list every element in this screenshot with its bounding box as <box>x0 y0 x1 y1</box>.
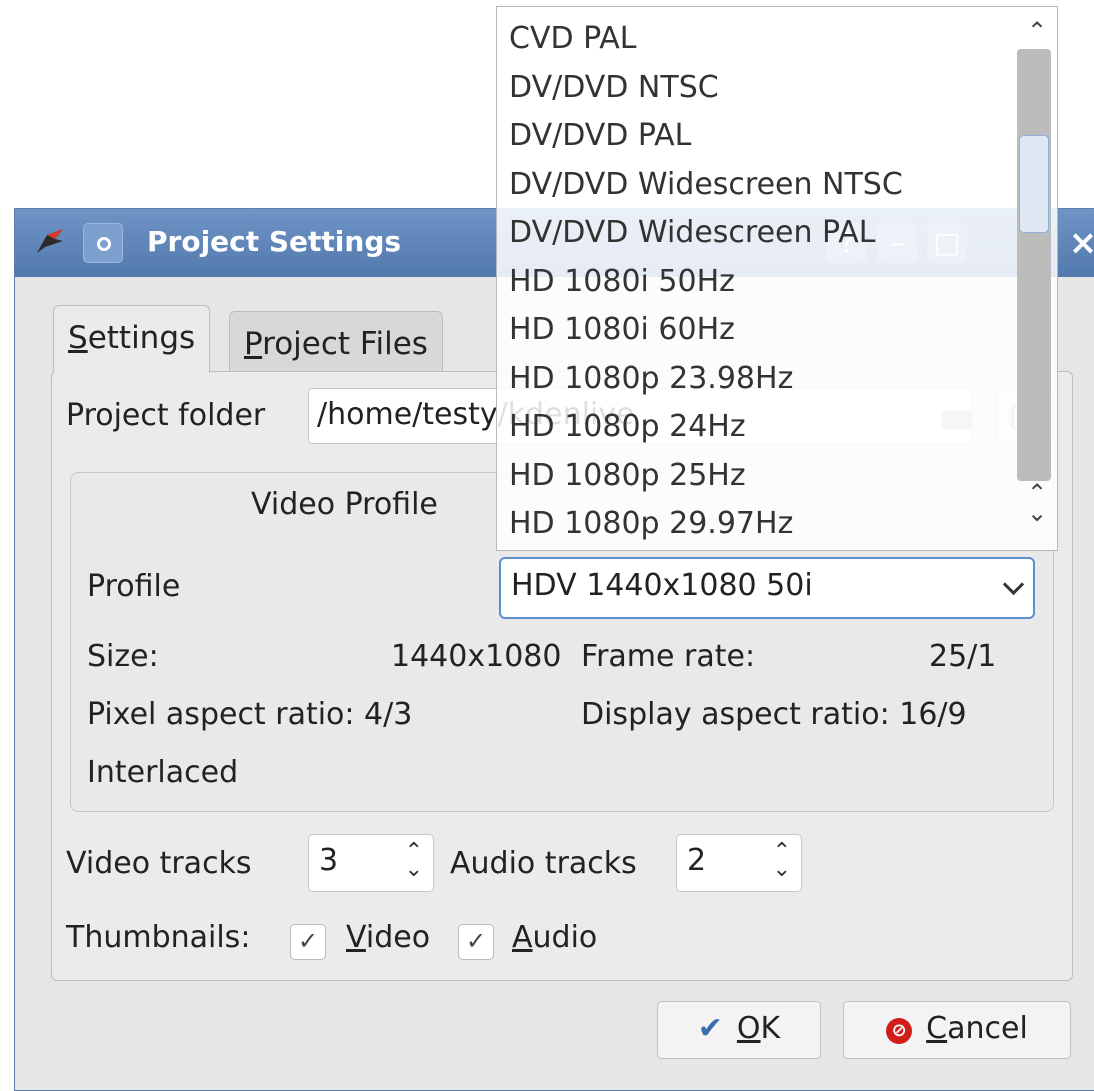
video-profile-title: Video Profile <box>251 487 438 522</box>
scroll-arrows-icon[interactable]: ⌃ ⌄ <box>1021 481 1053 525</box>
tab-settings-mnemonic: S <box>68 320 88 356</box>
profile-option[interactable]: DV/DVD Widescreen PAL <box>509 209 903 258</box>
profile-option[interactable]: DV/DVD NTSC <box>509 64 903 113</box>
audio-tracks-spinbox[interactable]: 2 ⌃ ⌄ <box>676 834 802 892</box>
thumbnails-label: Thumbnails: <box>66 920 251 955</box>
profile-option[interactable]: HD 1080i 60Hz <box>509 306 903 355</box>
audio-thumbnail-label[interactable]: Audio <box>512 920 597 955</box>
tab-settings-label: ettings <box>87 320 196 356</box>
frame-rate-label: Frame rate: <box>581 639 756 674</box>
tab-project-files[interactable]: Project Files <box>229 311 443 373</box>
video-thumbnail-checkbox[interactable]: ✓ <box>290 924 326 960</box>
profile-select[interactable]: HDV 1440x1080 50i <box>499 557 1035 619</box>
chevron-down-icon <box>1002 573 1025 596</box>
profile-dropdown-popup[interactable]: CVD PAL DV/DVD NTSC DV/DVD PAL DV/DVD Wi… <box>496 6 1058 551</box>
audio-thumbnail-checkbox[interactable]: ✓ <box>458 924 494 960</box>
profile-option[interactable]: HD 1080p 23.98Hz <box>509 355 903 404</box>
scrollbar-track[interactable] <box>1017 49 1051 481</box>
profile-option-list: CVD PAL DV/DVD NTSC DV/DVD PAL DV/DVD Wi… <box>509 15 903 549</box>
frame-rate-value: 25/1 <box>929 639 997 674</box>
video-tracks-value: 3 <box>319 843 339 878</box>
profile-option[interactable]: DV/DVD PAL <box>509 112 903 161</box>
size-label: Size: <box>87 639 159 674</box>
kdenlive-app-icon[interactable] <box>33 223 69 259</box>
pixel-aspect-ratio: Pixel aspect ratio: 4/3 <box>87 697 413 732</box>
video-tracks-spinbox[interactable]: 3 ⌃ ⌄ <box>308 834 434 892</box>
profile-selected-value: HDV 1440x1080 50i <box>511 568 813 603</box>
profile-label: Profile <box>87 569 181 604</box>
keep-above-button[interactable] <box>83 223 123 263</box>
tab-settings[interactable]: Settings <box>53 305 211 373</box>
tab-project-files-mnemonic: P <box>244 326 263 362</box>
scrollbar-thumb[interactable] <box>1019 135 1049 233</box>
profile-option[interactable]: HD 1080i 50Hz <box>509 258 903 307</box>
window-title: Project Settings <box>147 225 402 258</box>
audio-tracks-value: 2 <box>687 843 707 878</box>
profile-option[interactable]: HD 1080p 25Hz <box>509 452 903 501</box>
project-folder-label: Project folder <box>66 398 266 433</box>
scan-type: Interlaced <box>87 755 239 790</box>
close-button[interactable]: × <box>1063 223 1094 263</box>
ok-button[interactable]: ✔ OK <box>657 1001 821 1059</box>
video-tracks-label: Video tracks <box>66 846 252 881</box>
profile-option[interactable]: DV/DVD Widescreen NTSC <box>509 161 903 210</box>
cancel-button[interactable]: ⊘ Cancel <box>843 1001 1071 1059</box>
audio-tracks-label: Audio tracks <box>450 846 637 881</box>
scroll-up-icon[interactable]: ⌃ <box>1021 17 1053 45</box>
cancel-icon: ⊘ <box>886 1018 913 1044</box>
display-aspect-ratio: Display aspect ratio: 16/9 <box>581 697 967 732</box>
checkmark-icon: ✔ <box>697 1011 723 1046</box>
size-value: 1440x1080 <box>391 639 562 674</box>
tab-project-files-label: roject Files <box>262 326 428 362</box>
profile-option[interactable]: HD 1080p 24Hz <box>509 403 903 452</box>
profile-option[interactable]: HD 1080p 29.97Hz <box>509 500 903 549</box>
video-thumbnail-label[interactable]: Video <box>346 920 430 955</box>
spin-arrows-icon[interactable]: ⌃ ⌄ <box>773 841 791 881</box>
spin-arrows-icon[interactable]: ⌃ ⌄ <box>405 841 423 881</box>
profile-option[interactable]: CVD PAL <box>509 15 903 64</box>
